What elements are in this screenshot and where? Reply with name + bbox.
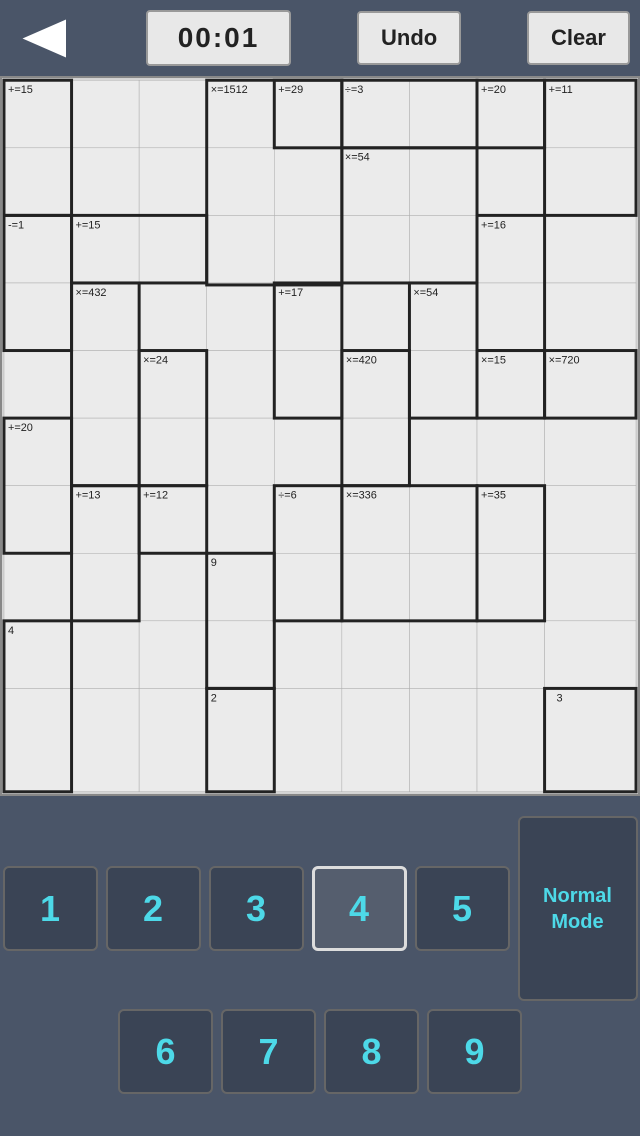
numpad-row-1: 1 2 3 4 5 NormalMode <box>3 816 638 1001</box>
num-3-button[interactable]: 3 <box>209 866 304 951</box>
num-4-button[interactable]: 4 <box>312 866 407 951</box>
svg-text:×=720: ×=720 <box>549 354 580 366</box>
normal-mode-button[interactable]: NormalMode <box>518 816 638 1001</box>
header: 00:01 Undo Clear <box>0 0 640 76</box>
num-5-button[interactable]: 5 <box>415 866 510 951</box>
svg-text:9: 9 <box>211 557 217 569</box>
svg-text:+=17: +=17 <box>278 287 303 299</box>
svg-text:4: 4 <box>8 625 14 637</box>
svg-text:×=432: ×=432 <box>76 287 107 299</box>
svg-text:+=11: +=11 <box>549 84 573 96</box>
svg-text:+=13: +=13 <box>76 490 101 502</box>
back-button[interactable] <box>10 8 80 68</box>
svg-text:+=15: +=15 <box>8 84 33 96</box>
num-1-button[interactable]: 1 <box>3 866 98 951</box>
svg-text:+=20: +=20 <box>481 84 506 96</box>
numpad-row-2: 6 7 8 9 <box>118 1009 522 1094</box>
svg-text:÷=6: ÷=6 <box>278 490 296 502</box>
svg-text:×=1512: ×=1512 <box>211 84 248 96</box>
svg-text:×=24: ×=24 <box>143 354 168 366</box>
timer-display: 00:01 <box>146 10 292 66</box>
undo-button[interactable]: Undo <box>357 11 461 65</box>
svg-text:×=336: ×=336 <box>346 490 377 502</box>
puzzle-area: +=15 ×=1512 +=29 ÷=3 +=20 +=11 ×=54 -=1 … <box>0 76 640 796</box>
svg-text:+=20: +=20 <box>8 422 33 434</box>
svg-text:+=15: +=15 <box>76 219 101 231</box>
svg-text:÷=3: ÷=3 <box>345 84 363 96</box>
svg-text:×=420: ×=420 <box>346 354 377 366</box>
num-2-button[interactable]: 2 <box>106 866 201 951</box>
svg-text:+=16: +=16 <box>481 219 506 231</box>
num-6-button[interactable]: 6 <box>118 1009 213 1094</box>
svg-text:+=35: +=35 <box>481 490 506 502</box>
num-8-button[interactable]: 8 <box>324 1009 419 1094</box>
svg-text:-=1: -=1 <box>8 219 24 231</box>
svg-text:×=15: ×=15 <box>481 354 506 366</box>
num-7-button[interactable]: 7 <box>221 1009 316 1094</box>
svg-text:+=12: +=12 <box>143 490 168 502</box>
num-9-button[interactable]: 9 <box>427 1009 522 1094</box>
svg-text:2: 2 <box>211 692 217 704</box>
svg-text:×=54: ×=54 <box>413 287 438 299</box>
svg-text:3: 3 <box>557 692 563 704</box>
numpad-area: 1 2 3 4 5 NormalMode 6 7 8 9 <box>0 796 640 1136</box>
svg-text:×=54: ×=54 <box>345 152 370 164</box>
clear-button[interactable]: Clear <box>527 11 630 65</box>
svg-text:+=29: +=29 <box>278 84 303 96</box>
